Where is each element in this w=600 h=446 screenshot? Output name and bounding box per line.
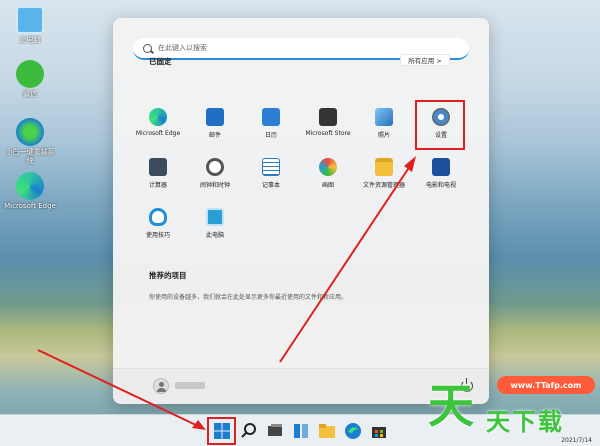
- desktop-icon-edge[interactable]: Microsoft Edge: [4, 172, 56, 211]
- app-calculator[interactable]: 计算器: [130, 158, 186, 189]
- lightbulb-icon: [149, 208, 167, 226]
- search-placeholder: 在此键入以搜索: [158, 44, 207, 52]
- edge-icon: [345, 423, 361, 439]
- calculator-icon: [149, 158, 167, 176]
- taskbar-file-explorer[interactable]: [318, 422, 336, 440]
- desktop-icon-this-pc[interactable]: 此电脑: [4, 6, 56, 45]
- edge-icon: [149, 108, 167, 126]
- widgets-icon: [294, 424, 308, 438]
- notepad-icon: [262, 158, 280, 176]
- monitor-icon: [16, 6, 44, 34]
- mail-icon: [206, 108, 224, 126]
- taskbar-clock[interactable]: 2021/7/14: [561, 437, 592, 444]
- app-mail[interactable]: 邮件: [187, 108, 243, 139]
- user-avatar-icon[interactable]: [153, 378, 169, 394]
- app-movies-tv[interactable]: 电影和电视: [413, 158, 469, 189]
- desktop-icon-wechat[interactable]: 微信: [4, 60, 56, 99]
- highlight-start-button: [207, 417, 236, 445]
- recommended-title: 推荐的项目: [149, 271, 187, 280]
- monitor-icon: [206, 208, 224, 226]
- desktop-icon-reinstall[interactable]: 小白一键重装系统: [4, 118, 56, 166]
- store-bag-icon: [319, 108, 337, 126]
- folder-icon: [319, 424, 335, 438]
- film-icon: [432, 158, 450, 176]
- wechat-icon: [16, 60, 44, 88]
- search-icon: [143, 43, 152, 53]
- app-notepad[interactable]: 记事本: [243, 158, 299, 189]
- store-bag-icon: [372, 427, 386, 438]
- recommended-text: 你使用的设备越多，我们就会在此处显示更多你最近使用的文件和新应用。: [149, 294, 348, 301]
- app-edge[interactable]: Microsoft Edge: [130, 108, 186, 137]
- highlight-settings: [415, 100, 465, 150]
- clock-icon: [206, 158, 224, 176]
- search-icon: [241, 423, 256, 438]
- taskbar-search-button[interactable]: [240, 422, 258, 440]
- calendar-icon: [262, 108, 280, 126]
- all-apps-button[interactable]: 所有应用 >: [400, 54, 450, 66]
- app-this-pc[interactable]: 此电脑: [187, 208, 243, 239]
- taskbar-edge[interactable]: [344, 422, 362, 440]
- app-photos[interactable]: 照片: [356, 108, 412, 139]
- task-view-icon: [268, 424, 282, 436]
- watermark-text: 天下载: [486, 408, 564, 436]
- pinned-title: 已固定: [149, 57, 172, 66]
- app-store[interactable]: Microsoft Store: [300, 108, 356, 137]
- folder-icon: [375, 158, 393, 176]
- reinstall-tool-icon: [16, 118, 44, 146]
- app-paint[interactable]: 画图: [300, 158, 356, 189]
- app-tips[interactable]: 使用技巧: [130, 208, 186, 239]
- watermark-logo-char: 天: [428, 379, 474, 433]
- app-file-explorer[interactable]: 文件资源管理器: [356, 158, 412, 189]
- taskbar-store[interactable]: [370, 422, 388, 440]
- app-calendar[interactable]: 日历: [243, 108, 299, 139]
- user-name-blurred[interactable]: [175, 382, 205, 389]
- watermark-site: www.TTafp.com: [497, 376, 595, 394]
- photos-icon: [375, 108, 393, 126]
- paint-palette-icon: [319, 158, 337, 176]
- widgets-button[interactable]: [292, 422, 310, 440]
- task-view-button[interactable]: [266, 422, 284, 440]
- start-menu: 在此键入以搜索 已固定 所有应用 > Microsoft Edge 邮件 日历 …: [113, 18, 489, 404]
- edge-icon: [16, 172, 44, 200]
- app-clock[interactable]: 闹钟和时钟: [187, 158, 243, 189]
